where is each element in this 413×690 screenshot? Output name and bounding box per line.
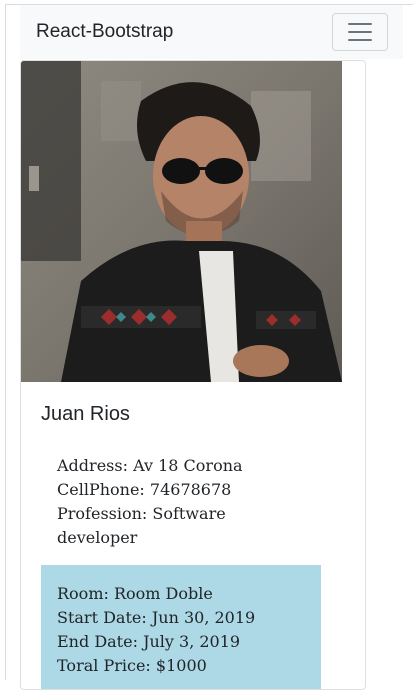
total-price-value: $1000 xyxy=(155,656,207,675)
address-label: Address: xyxy=(57,456,128,475)
end-date-value: July 3, 2019 xyxy=(143,632,241,651)
contact-info: Address: Av 18 Corona CellPhone: 7467867… xyxy=(57,454,307,550)
end-date-line: End Date: July 3, 2019 xyxy=(57,630,321,654)
room-label: Room: xyxy=(57,584,109,603)
total-price-line: Toral Price: $1000 xyxy=(57,654,321,678)
profile-photo xyxy=(21,61,342,382)
profession-line: Profession: Software developer xyxy=(57,502,307,550)
profile-name: Juan Rios xyxy=(41,403,130,425)
profession-label: Profession: xyxy=(57,504,148,523)
profile-card: Juan Rios Address: Av 18 Corona CellPhon… xyxy=(20,60,366,690)
booking-details: Room: Room Doble Start Date: Jun 30, 201… xyxy=(41,565,321,689)
address-value: Av 18 Corona xyxy=(133,456,243,475)
cellphone-label: CellPhone: xyxy=(57,480,145,499)
end-date-label: End Date: xyxy=(57,632,138,651)
navbar-brand[interactable]: React-Bootstrap xyxy=(36,20,173,44)
start-date-value: Jun 30, 2019 xyxy=(151,608,256,627)
navbar: React-Bootstrap xyxy=(20,5,403,59)
address-line: Address: Av 18 Corona xyxy=(57,454,307,478)
cellphone-value: 74678678 xyxy=(149,480,232,499)
hamburger-menu-icon xyxy=(348,23,372,41)
cellphone-line: CellPhone: 74678678 xyxy=(57,478,307,502)
room-value: Room Doble xyxy=(113,584,213,603)
start-date-label: Start Date: xyxy=(57,608,147,627)
start-date-line: Start Date: Jun 30, 2019 xyxy=(57,606,321,630)
navbar-toggle-button[interactable] xyxy=(332,13,388,51)
room-line: Room: Room Doble xyxy=(57,582,321,606)
total-price-label: Toral Price: xyxy=(57,656,151,675)
